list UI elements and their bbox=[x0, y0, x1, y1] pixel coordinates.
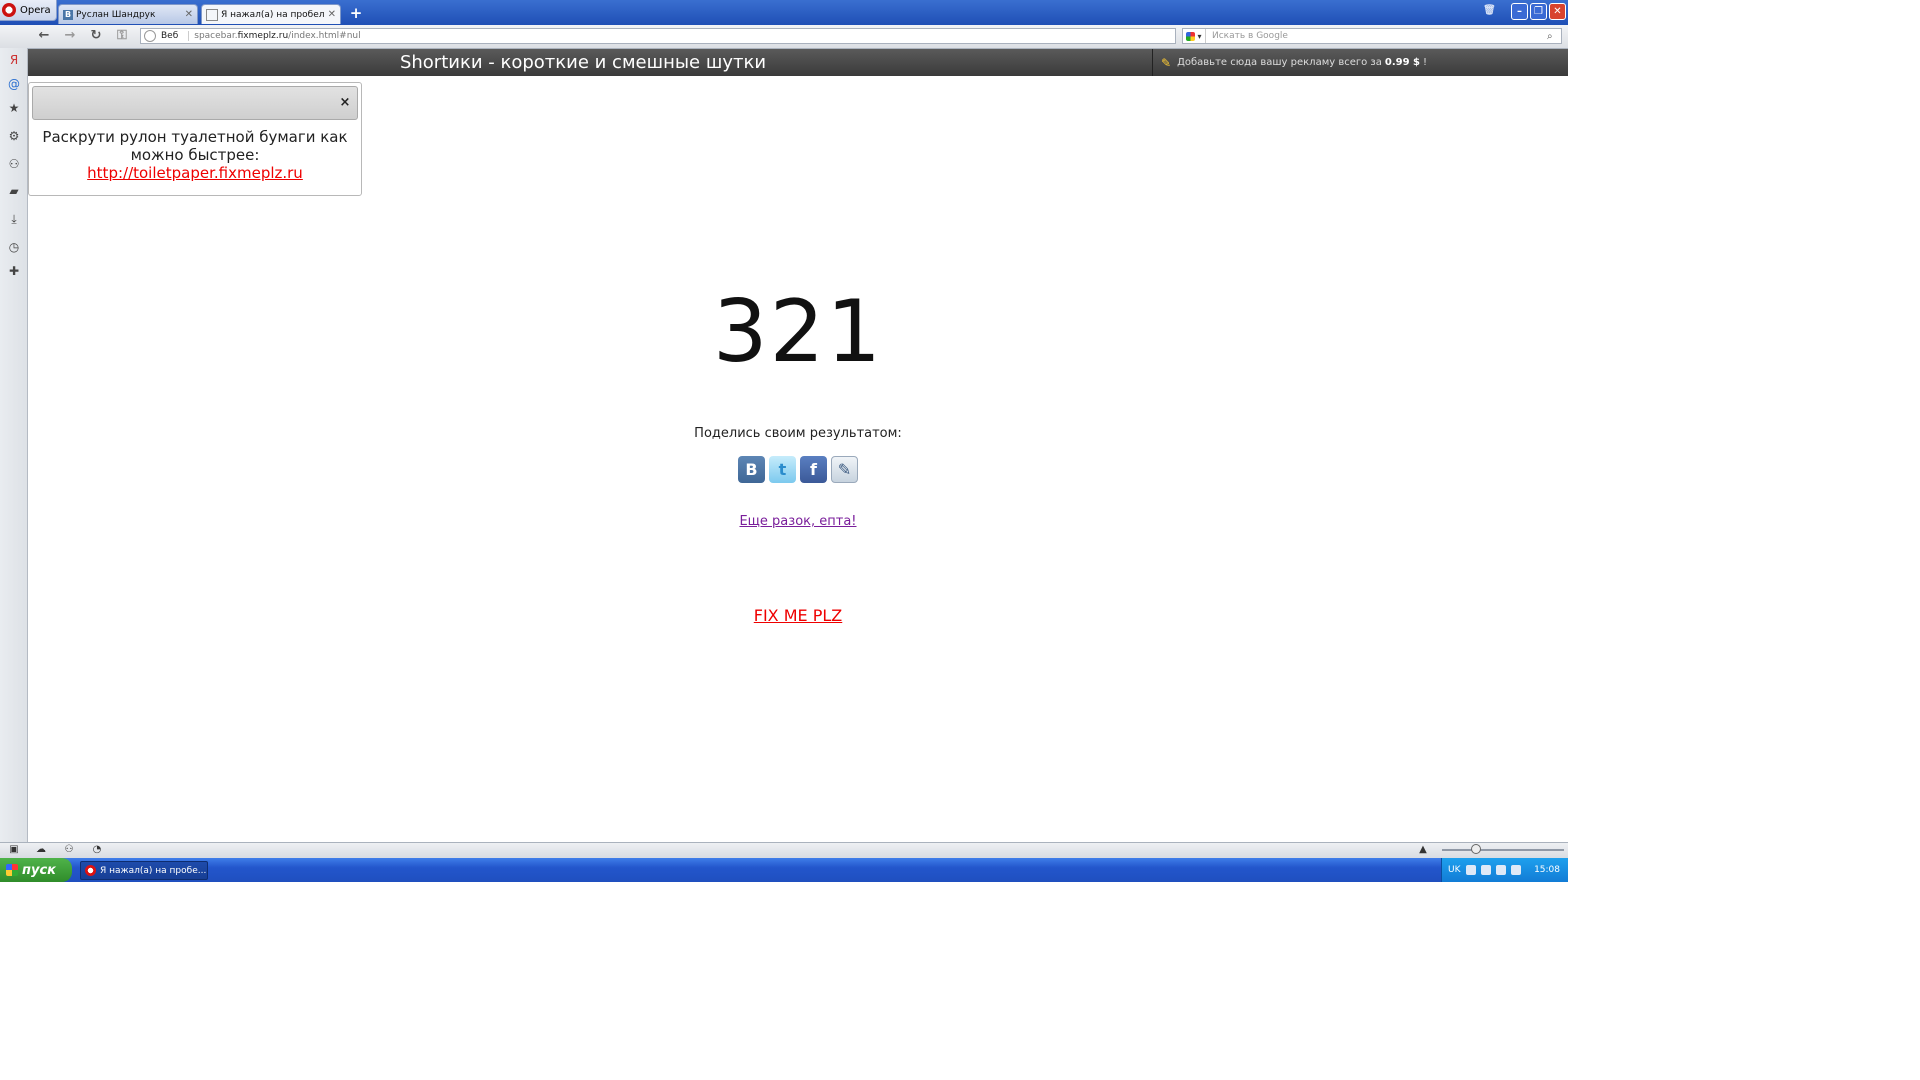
downloads-icon[interactable]: ⤓ bbox=[6, 211, 22, 227]
header-ad[interactable]: ✎ Добавьте сюда вашу рекламу всего за 0.… bbox=[1152, 49, 1568, 76]
opera-logo-icon bbox=[2, 3, 16, 17]
vk-favicon-icon: В bbox=[63, 9, 73, 20]
reload-icon[interactable]: ↻ bbox=[87, 28, 105, 44]
popup-close-icon[interactable]: × bbox=[337, 95, 353, 111]
ad-suffix: ! bbox=[1423, 57, 1428, 68]
opera-menu-label: Opera bbox=[20, 4, 51, 16]
clock: 15:08 bbox=[1534, 865, 1560, 875]
network-icon[interactable] bbox=[1465, 865, 1476, 875]
close-tab-icon[interactable]: ✕ bbox=[185, 9, 193, 20]
share-prompt: Поделись своим результатом: bbox=[694, 426, 902, 441]
opera-menu-button[interactable]: Opera bbox=[0, 0, 57, 21]
toiletpaper-link[interactable]: http://toiletpaper.fixmeplz.ru bbox=[40, 164, 350, 182]
twitter-share-button[interactable]: t bbox=[769, 456, 796, 483]
speed-dial-icon[interactable]: ◔ bbox=[90, 843, 104, 857]
language-indicator[interactable]: UK bbox=[1448, 865, 1461, 875]
start-button[interactable]: пуск bbox=[0, 858, 72, 882]
add-panel-icon[interactable]: ✚ bbox=[6, 263, 22, 279]
ad-text: Добавьте сюда вашу рекламу всего за bbox=[1177, 57, 1382, 68]
flag-icon[interactable] bbox=[1510, 865, 1521, 875]
minimize-button[interactable]: – bbox=[1511, 3, 1528, 20]
ad-price: 0.99 $ bbox=[1384, 57, 1421, 68]
web-badge: Веб bbox=[161, 31, 190, 41]
history-clock-icon[interactable]: ◷ bbox=[6, 239, 22, 255]
tab-ruslan[interactable]: В Руслан Шандрук ✕ bbox=[58, 4, 198, 24]
close-window-button[interactable]: ✕ bbox=[1549, 3, 1566, 20]
search-field[interactable]: ▾ Искать в Google ⌕ bbox=[1182, 28, 1562, 44]
address-bar[interactable]: Веб spacebar.fixmeplz.ru/index.html#nul bbox=[140, 28, 1176, 44]
search-icon[interactable]: ⌕ bbox=[1547, 31, 1561, 42]
score-counter: 321 bbox=[712, 282, 884, 382]
new-tab-icon[interactable]: + bbox=[349, 6, 363, 21]
page-favicon-icon bbox=[206, 8, 218, 21]
globe-icon bbox=[144, 30, 156, 42]
tab-title: Руслан Шандрук bbox=[76, 9, 156, 20]
google-engine-selector[interactable]: ▾ bbox=[1183, 29, 1206, 43]
try-again-link[interactable]: Еще разок, епта! bbox=[620, 514, 976, 529]
bookmarks-star-icon[interactable]: ★ bbox=[6, 100, 22, 116]
tab-spacebar[interactable]: Я нажал(а) на пробел 3... ✕ bbox=[201, 4, 341, 24]
google-icon bbox=[1186, 31, 1196, 41]
back-arrow-icon[interactable]: ← bbox=[35, 28, 53, 44]
pencil-icon: ✎ bbox=[1161, 55, 1172, 70]
unite-icon[interactable]: ⚇ bbox=[6, 156, 22, 172]
close-tab-icon[interactable]: ✕ bbox=[328, 9, 336, 20]
forward-arrow-icon[interactable]: → bbox=[61, 28, 79, 44]
zoom-slider-handle[interactable] bbox=[1471, 844, 1481, 854]
task-title: Я нажал(а) на пробе... bbox=[100, 865, 207, 876]
unite-status-icon[interactable]: ⚇ bbox=[62, 843, 76, 857]
trash-icon[interactable]: 🗑 bbox=[1481, 3, 1498, 20]
panel-toggle-icon[interactable]: ▣ bbox=[7, 843, 21, 857]
windows-logo-icon bbox=[6, 864, 18, 876]
widgets-gear-icon[interactable]: ⚙ bbox=[6, 128, 22, 144]
yandex-icon[interactable]: Я bbox=[6, 52, 22, 68]
opera-taskbar-icon bbox=[85, 865, 96, 876]
key-icon[interactable]: ⚿ bbox=[113, 28, 131, 44]
fix-me-plz-link[interactable]: FIX ME PLZ bbox=[620, 606, 976, 625]
url-text[interactable]: spacebar.fixmeplz.ru/index.html#nul bbox=[194, 31, 360, 41]
livejournal-share-button[interactable]: ✎ bbox=[831, 456, 858, 483]
start-label: пуск bbox=[22, 862, 56, 878]
system-tray: UK 15:08 bbox=[1441, 858, 1568, 882]
taskbar-opera-window[interactable]: Я нажал(а) на пробе... bbox=[80, 861, 208, 880]
volume-icon[interactable] bbox=[1495, 865, 1506, 875]
view-up-arrow-icon[interactable]: ▲ bbox=[1416, 843, 1430, 857]
antivirus-icon[interactable] bbox=[1480, 865, 1491, 875]
popup-header-bar bbox=[32, 86, 358, 120]
vkontakte-share-button[interactable]: B bbox=[738, 456, 765, 483]
site-title: Shortики - короткие и смешные шутки bbox=[399, 52, 767, 73]
search-input[interactable]: Искать в Google bbox=[1212, 31, 1547, 41]
mail-icon[interactable]: @ bbox=[6, 76, 22, 92]
browser-status-bar bbox=[0, 842, 1568, 859]
turbo-cloud-icon[interactable]: ☁ bbox=[34, 843, 48, 857]
notes-icon[interactable]: ▰ bbox=[6, 183, 22, 199]
zoom-slider[interactable] bbox=[1442, 849, 1564, 851]
tab-title: Я нажал(а) на пробел 3... bbox=[221, 9, 325, 20]
popup-message: Раскрути рулон туалетной бумаги как можн… bbox=[42, 128, 348, 164]
windows-taskbar bbox=[0, 858, 1568, 882]
maximize-button[interactable]: ❐ bbox=[1530, 3, 1547, 20]
facebook-share-button[interactable]: f bbox=[800, 456, 827, 483]
